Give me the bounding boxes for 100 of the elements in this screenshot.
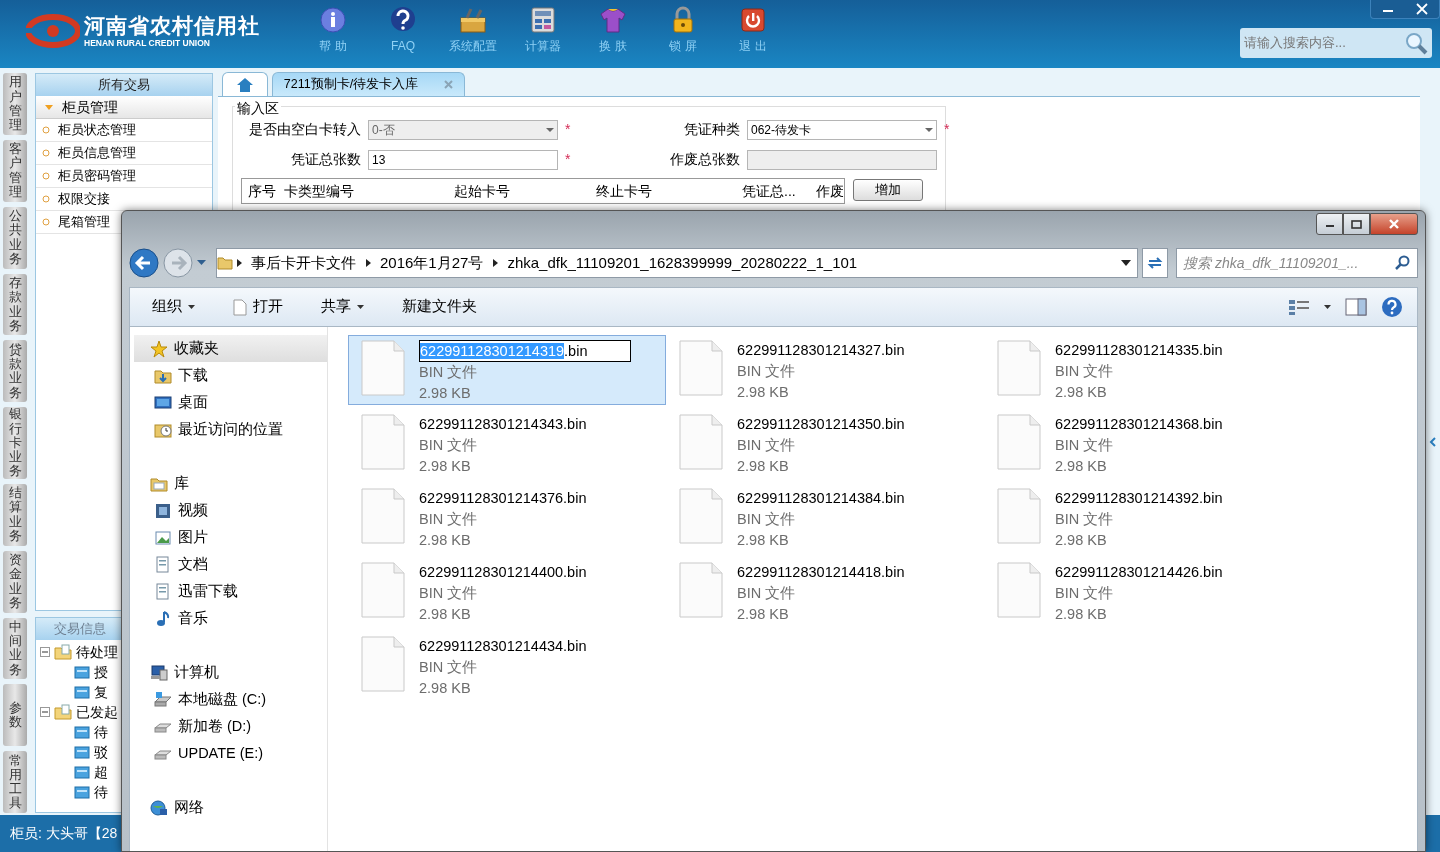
search-icon[interactable] bbox=[1404, 31, 1428, 55]
tree-node[interactable]: 待 bbox=[74, 782, 108, 802]
back-icon[interactable] bbox=[129, 248, 159, 278]
nav-item[interactable]: 下载 bbox=[130, 362, 327, 389]
rename-field[interactable]: 622991128301214319.bin bbox=[419, 340, 631, 362]
address-bar[interactable]: 事后卡开卡文件 2016年1月27号 zhka_dfk_11109201_1628399999_20280222_1_101 bbox=[216, 248, 1138, 278]
breadcrumb-link[interactable]: 2016年1月27号 bbox=[374, 251, 490, 275]
file-item[interactable]: 622991128301214327.bin BIN 文件 2.98 KB bbox=[666, 335, 984, 405]
file-name: 622991128301214434.bin bbox=[419, 637, 587, 656]
side-tab[interactable]: 客户管理 bbox=[3, 139, 27, 202]
tree-node[interactable]: 待处理 bbox=[40, 642, 118, 662]
nav-item[interactable]: 图片 bbox=[130, 524, 327, 551]
input-field[interactable]: 13 bbox=[368, 149, 558, 170]
tree-node[interactable]: 待 bbox=[74, 722, 108, 742]
side-tab[interactable]: 常用工具 bbox=[3, 751, 27, 814]
side-tab[interactable]: 结算业务 bbox=[3, 483, 27, 546]
nav-item[interactable]: 视频 bbox=[130, 497, 327, 524]
side-tab[interactable]: 用户管理 bbox=[3, 73, 27, 135]
nav-item[interactable]: 本地磁盘 (C:) bbox=[130, 686, 327, 713]
file-item[interactable]: 622991128301214350.bin BIN 文件 2.98 KB bbox=[666, 409, 984, 479]
file-item[interactable]: 622991128301214343.bin BIN 文件 2.98 KB bbox=[348, 409, 666, 479]
side-tab[interactable]: 存款业务 bbox=[3, 273, 27, 336]
view-icon[interactable] bbox=[1288, 298, 1310, 316]
nav-item[interactable]: UPDATE (E:) bbox=[130, 740, 327, 767]
caret-icon[interactable] bbox=[1324, 305, 1331, 309]
file-item[interactable]: 622991128301214368.bin BIN 文件 2.98 KB bbox=[984, 409, 1302, 479]
side-tab[interactable]: 参数 bbox=[3, 684, 27, 747]
maximize-button[interactable] bbox=[1343, 213, 1370, 235]
nav-item[interactable]: 迅雷下载 bbox=[130, 578, 327, 605]
dropdown-icon[interactable] bbox=[1121, 260, 1131, 266]
nav-item[interactable]: 库 bbox=[130, 470, 327, 497]
file-item[interactable]: 622991128301214319.bin BIN 文件 2.98 KB bbox=[348, 335, 666, 405]
folder-icon bbox=[54, 704, 72, 720]
file-item[interactable]: 622991128301214376.bin BIN 文件 2.98 KB bbox=[348, 483, 666, 553]
menu-item[interactable]: 尾箱管理 bbox=[58, 211, 110, 233]
file-item[interactable]: 622991128301214418.bin BIN 文件 2.98 KB bbox=[666, 557, 984, 627]
tab[interactable]: 7211预制卡/待发卡入库 bbox=[272, 72, 465, 96]
tree-node[interactable]: 已发起 bbox=[40, 702, 118, 722]
tree-node[interactable]: 超 bbox=[74, 762, 108, 782]
collapse-icon[interactable] bbox=[40, 647, 50, 657]
toolbar-button[interactable]: 共享 bbox=[313, 294, 372, 320]
search-field[interactable]: 搜索 zhka_dfk_11109201_... bbox=[1176, 248, 1418, 278]
file-item[interactable]: 622991128301214426.bin BIN 文件 2.98 KB bbox=[984, 557, 1302, 627]
panel-header: 所有交易 bbox=[36, 74, 212, 96]
nav-item[interactable]: 最近访问的位置 bbox=[130, 416, 327, 443]
toolbar-button[interactable]: 新建文件夹 bbox=[394, 294, 485, 320]
info-icon bbox=[319, 6, 347, 34]
globe-icon bbox=[150, 798, 168, 817]
close-button[interactable] bbox=[1370, 213, 1418, 235]
nav-item[interactable]: 网络 bbox=[130, 794, 327, 821]
file-item[interactable]: 622991128301214434.bin BIN 文件 2.98 KB bbox=[348, 631, 666, 701]
file-name: 622991128301214426.bin bbox=[1055, 563, 1223, 582]
help-icon bbox=[389, 6, 417, 34]
nav-item[interactable]: 收藏夹 bbox=[134, 335, 327, 362]
side-tab[interactable]: 贷款业务 bbox=[3, 340, 27, 403]
file-item[interactable]: 622991128301214335.bin BIN 文件 2.98 KB bbox=[984, 335, 1302, 405]
file-item[interactable]: 622991128301214392.bin BIN 文件 2.98 KB bbox=[984, 483, 1302, 553]
document-icon bbox=[154, 555, 172, 574]
file-name: 622991128301214384.bin bbox=[737, 489, 905, 508]
minimize-button[interactable] bbox=[1316, 213, 1343, 235]
tree-node[interactable]: 复 bbox=[74, 682, 108, 702]
nav-item[interactable]: 文档 bbox=[130, 551, 327, 578]
toolbar-button[interactable]: 打开 bbox=[225, 294, 291, 320]
nav-item[interactable]: 计算机 bbox=[130, 659, 327, 686]
select-field[interactable]: 062-待发卡 bbox=[747, 119, 937, 140]
breadcrumb-link[interactable]: zhka_dfk_11109201_1628399999_20280222_1_101 bbox=[501, 251, 864, 275]
folder-icon bbox=[74, 665, 90, 679]
side-tab[interactable]: 中间业务 bbox=[3, 617, 27, 680]
help-icon[interactable] bbox=[1381, 296, 1403, 318]
refresh-button[interactable] bbox=[1142, 248, 1168, 278]
tree-node[interactable]: 驳 bbox=[74, 742, 108, 762]
tree-node[interactable]: 授 bbox=[74, 662, 108, 682]
menu-item[interactable]: 柜员状态管理 bbox=[58, 119, 136, 141]
collapse-icon[interactable] bbox=[40, 707, 50, 717]
nav-item[interactable]: 桌面 bbox=[130, 389, 327, 416]
search-field[interactable]: 请输入搜索内容... bbox=[1240, 28, 1432, 58]
column-header: 卡类型编号 bbox=[283, 181, 355, 201]
file-icon bbox=[997, 414, 1041, 470]
side-tab[interactable]: 资金业务 bbox=[3, 550, 27, 613]
file-icon bbox=[361, 340, 405, 396]
menu-group[interactable]: 柜员管理 bbox=[36, 96, 212, 119]
menu-item[interactable]: 柜员信息管理 bbox=[58, 142, 136, 164]
file-type: BIN 文件 bbox=[419, 658, 479, 677]
preview-pane-icon[interactable] bbox=[1345, 298, 1367, 316]
add-button[interactable]: 增加 bbox=[853, 179, 923, 201]
tab[interactable] bbox=[222, 72, 268, 96]
toolbar-button[interactable]: 组织 bbox=[144, 294, 203, 320]
breadcrumb-link[interactable]: 事后卡开卡文件 bbox=[245, 251, 362, 275]
file-size: 2.98 KB bbox=[419, 605, 472, 624]
file-icon bbox=[679, 340, 723, 396]
menu-item[interactable]: 柜员密码管理 bbox=[58, 165, 136, 187]
file-item[interactable]: 622991128301214384.bin BIN 文件 2.98 KB bbox=[666, 483, 984, 553]
file-item[interactable]: 622991128301214400.bin BIN 文件 2.98 KB bbox=[348, 557, 666, 627]
side-tab[interactable]: 银行卡业务 bbox=[3, 407, 27, 479]
required-mark: * bbox=[565, 150, 572, 169]
field-label: 凭证种类 bbox=[683, 120, 740, 139]
side-tab[interactable]: 公共业务 bbox=[3, 206, 27, 269]
menu-item[interactable]: 权限交接 bbox=[58, 188, 110, 210]
nav-item[interactable]: 新加卷 (D:) bbox=[130, 713, 327, 740]
nav-item[interactable]: 音乐 bbox=[130, 605, 327, 632]
